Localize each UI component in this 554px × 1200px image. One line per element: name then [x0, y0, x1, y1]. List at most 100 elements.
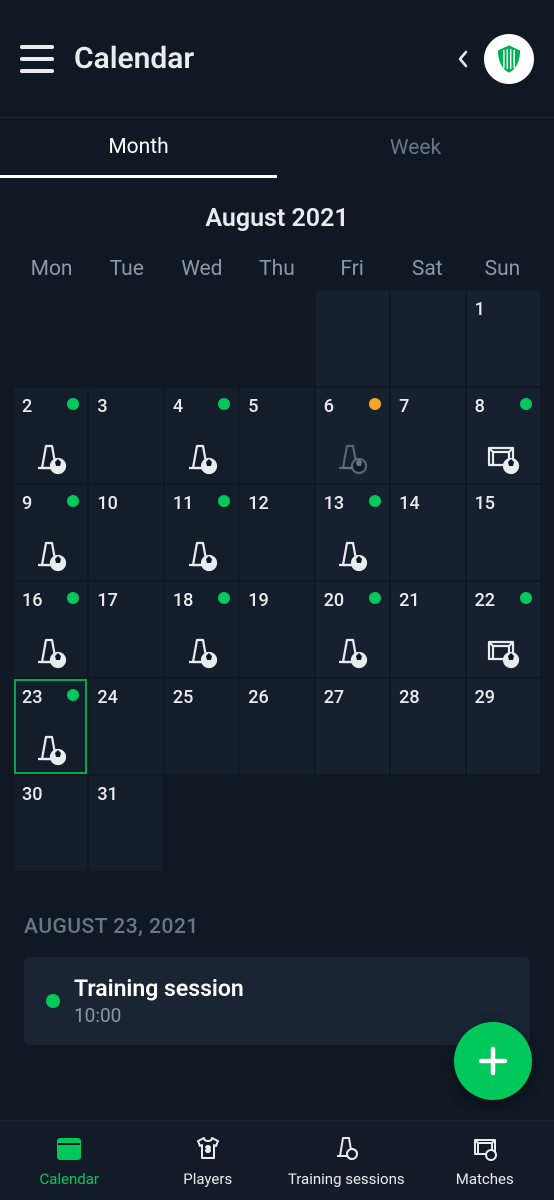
day-number: 9: [22, 493, 32, 514]
calendar-cell-empty: [89, 291, 162, 386]
calendar-cell[interactable]: 4: [165, 388, 238, 483]
day-number: 20: [324, 590, 344, 611]
tab-month[interactable]: Month: [0, 118, 277, 178]
day-number: 15: [475, 493, 495, 514]
training-cone-icon: [334, 637, 370, 669]
calendar-cell[interactable]: 23: [14, 679, 87, 774]
day-number: 8: [475, 396, 485, 417]
day-number: 24: [97, 687, 117, 708]
event-card[interactable]: Training session 10:00: [24, 957, 530, 1045]
weekday-row: MonTueWedThuFriSatSun: [0, 257, 554, 281]
day-number: 10: [97, 493, 117, 514]
nav-label: Matches: [456, 1170, 514, 1188]
calendar-cell[interactable]: 7: [391, 388, 464, 483]
status-dot: [67, 495, 79, 507]
training-cone-icon: [33, 443, 69, 475]
day-number: 4: [173, 396, 183, 417]
calendar-cell[interactable]: 5: [240, 388, 313, 483]
training-cone-icon: [334, 443, 370, 475]
calendar-cell[interactable]: 2: [14, 388, 87, 483]
event-text: Training session 10:00: [74, 975, 244, 1027]
calendar-cell[interactable]: 25: [165, 679, 238, 774]
calendar-cell[interactable]: 16: [14, 582, 87, 677]
training-cone-icon: [332, 1134, 360, 1166]
calendar-cell[interactable]: 14: [391, 485, 464, 580]
page-title: Calendar: [74, 41, 456, 76]
calendar-cell[interactable]: 3: [89, 388, 162, 483]
weekday-label: Mon: [14, 257, 89, 281]
calendar-cell[interactable]: 12: [240, 485, 313, 580]
calendar-cell[interactable]: 9: [14, 485, 87, 580]
status-dot: [67, 689, 79, 701]
chevron-left-icon[interactable]: [456, 49, 470, 69]
day-number: 7: [399, 396, 409, 417]
status-dot: [369, 495, 381, 507]
status-dot: [218, 495, 230, 507]
status-dot: [369, 398, 381, 410]
calendar-cell-empty: [240, 291, 313, 386]
main-content: August 2021 MonTueWedThuFriSatSun 123456…: [0, 178, 554, 1200]
calendar-cell[interactable]: 31: [89, 776, 162, 871]
day-number: 13: [324, 493, 344, 514]
calendar-cell[interactable]: 21: [391, 582, 464, 677]
day-number: 3: [97, 396, 107, 417]
calendar-cell[interactable]: 17: [89, 582, 162, 677]
calendar-cell[interactable]: 19: [240, 582, 313, 677]
tab-week[interactable]: Week: [277, 118, 554, 178]
calendar-cell[interactable]: 22: [467, 582, 540, 677]
calendar-cell[interactable]: 1: [467, 291, 540, 386]
nav-calendar[interactable]: Calendar: [0, 1121, 139, 1200]
app-header: Calendar: [0, 0, 554, 118]
nav-players[interactable]: 3 Players: [139, 1121, 278, 1200]
calendar-cell-empty: [165, 776, 238, 871]
calendar-cell[interactable]: 6: [316, 388, 389, 483]
day-number: 27: [324, 687, 344, 708]
weekday-label: Sat: [390, 257, 465, 281]
training-cone-icon: [334, 540, 370, 572]
svg-text:3: 3: [205, 1145, 210, 1154]
calendar-cell[interactable]: 24: [89, 679, 162, 774]
calendar-cell[interactable]: 13: [316, 485, 389, 580]
day-number: 26: [248, 687, 268, 708]
calendar-cell[interactable]: 27: [316, 679, 389, 774]
day-number: 14: [399, 493, 419, 514]
nav-label: Training sessions: [288, 1170, 405, 1188]
training-cone-icon: [33, 734, 69, 766]
calendar-cell[interactable]: 26: [240, 679, 313, 774]
calendar-cell[interactable]: 8: [467, 388, 540, 483]
day-number: 23: [22, 687, 42, 708]
calendar-cell[interactable]: 10: [89, 485, 162, 580]
calendar-cell[interactable]: 15: [467, 485, 540, 580]
calendar-cell-empty: [14, 291, 87, 386]
training-cone-icon: [33, 637, 69, 669]
calendar-grid: 1234567891011121314151617181920212223242…: [0, 291, 554, 871]
calendar-cell[interactable]: 11: [165, 485, 238, 580]
jersey-icon: 3: [194, 1134, 222, 1166]
nav-label: Calendar: [39, 1170, 99, 1188]
day-number: 5: [248, 396, 258, 417]
weekday-label: Sun: [465, 257, 540, 281]
nav-matches[interactable]: Matches: [416, 1121, 554, 1200]
day-number: 22: [475, 590, 495, 611]
status-dot: [218, 398, 230, 410]
selected-day-heading: AUGUST 23, 2021: [24, 915, 530, 939]
calendar-cell[interactable]: 28: [391, 679, 464, 774]
calendar-cell[interactable]: 30: [14, 776, 87, 871]
calendar-cell[interactable]: 18: [165, 582, 238, 677]
training-cone-icon: [184, 637, 220, 669]
calendar-cell[interactable]: 29: [467, 679, 540, 774]
day-number: 18: [173, 590, 193, 611]
status-dot: [369, 592, 381, 604]
event-time: 10:00: [74, 1004, 244, 1027]
weekday-label: Fri: [315, 257, 390, 281]
menu-icon[interactable]: [20, 45, 54, 73]
nav-training[interactable]: Training sessions: [277, 1121, 416, 1200]
team-avatar[interactable]: [484, 34, 534, 84]
calendar-cell[interactable]: 20: [316, 582, 389, 677]
calendar-icon: [55, 1134, 83, 1166]
view-tabs: Month Week: [0, 118, 554, 178]
calendar-cell-empty: [165, 291, 238, 386]
add-button[interactable]: [454, 1022, 532, 1100]
event-status-dot: [46, 994, 60, 1008]
day-number: 6: [324, 396, 334, 417]
